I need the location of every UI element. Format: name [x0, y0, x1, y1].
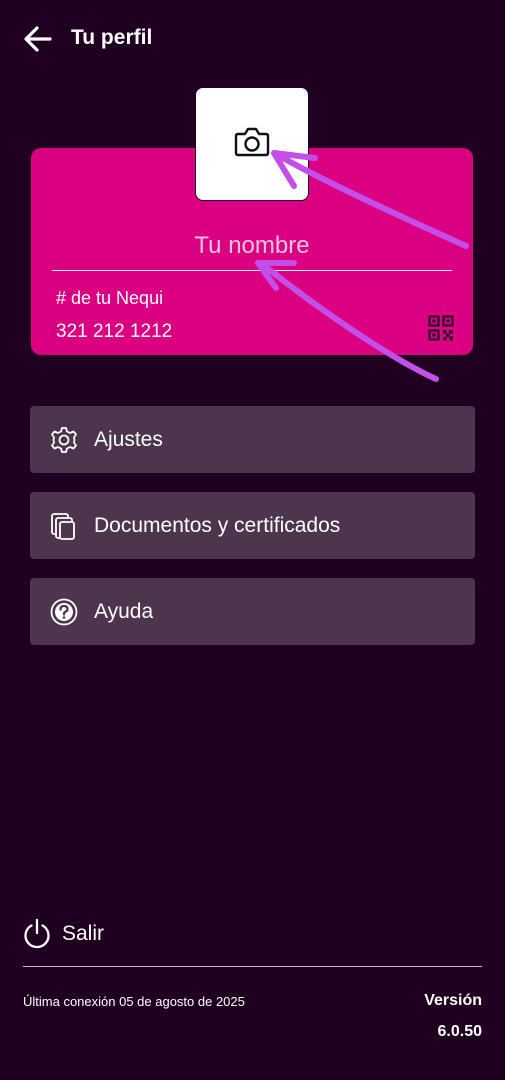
qr-code-icon[interactable]	[428, 315, 454, 341]
logout-label: Salir	[62, 922, 105, 945]
version-number: 6.0.50	[437, 1023, 482, 1040]
version-label: Versión	[424, 992, 482, 1009]
nequi-number-label: # de tu Nequi	[56, 288, 164, 308]
menu-item-ajustes[interactable]: Ajustes	[30, 406, 475, 473]
logout-button[interactable]: Salir	[22, 917, 142, 951]
last-connection-text: Última conexión 05 de agosto de 2025	[23, 994, 245, 1009]
header: Tu perfil	[0, 0, 505, 80]
menu-item-ayuda[interactable]: Ayuda	[30, 578, 475, 645]
documents-icon	[51, 513, 75, 540]
camera-icon	[234, 127, 270, 157]
page-title: Tu perfil	[71, 26, 153, 49]
arrow-left-icon	[24, 26, 52, 52]
back-button[interactable]	[22, 24, 54, 54]
nequi-number: 321 212 1212	[56, 321, 173, 342]
name-input[interactable]	[52, 228, 452, 271]
profile-photo-button[interactable]	[195, 87, 309, 201]
power-icon	[24, 918, 50, 949]
footer-divider	[23, 966, 482, 967]
menu-item-documentos[interactable]: Documentos y certificados	[30, 492, 475, 559]
menu-item-label: Ajustes	[94, 428, 163, 451]
menu-item-label: Documentos y certificados	[94, 514, 341, 537]
help-icon	[50, 598, 78, 626]
menu-item-label: Ayuda	[94, 600, 154, 623]
gear-icon	[51, 427, 77, 453]
